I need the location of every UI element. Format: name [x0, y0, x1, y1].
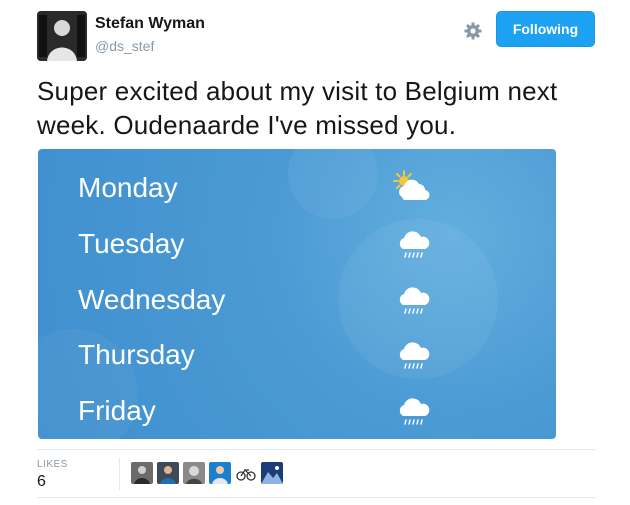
liker-avatar[interactable]	[157, 462, 179, 484]
rain-cloud-icon	[390, 333, 436, 379]
forecast-row: Tuesday	[78, 222, 508, 272]
rain-cloud-icon	[390, 222, 436, 268]
day-label: Thursday	[78, 339, 195, 370]
forecast-row: Friday	[78, 389, 508, 439]
forecast-row: Wednesday	[78, 278, 508, 328]
divider	[37, 497, 596, 498]
liker-avatar[interactable]	[183, 462, 205, 484]
avatar[interactable]	[37, 11, 87, 61]
divider	[119, 458, 120, 490]
liker-avatar[interactable]	[209, 462, 231, 484]
author-handle[interactable]: @ds_stef	[95, 38, 154, 54]
day-label: Wednesday	[78, 284, 226, 315]
liker-avatar[interactable]	[261, 462, 283, 484]
day-label: Friday	[78, 395, 156, 426]
liker-avatar[interactable]	[235, 462, 257, 484]
likes-count[interactable]: 6	[37, 473, 46, 491]
liker-avatar[interactable]	[131, 462, 153, 484]
partly-sunny-icon	[390, 166, 436, 212]
day-label: Monday	[78, 172, 178, 203]
gear-icon[interactable]	[463, 21, 483, 41]
likers-list	[131, 462, 283, 484]
forecast-row: Monday	[78, 166, 508, 216]
likes-label: LIKES	[37, 459, 68, 470]
day-label: Tuesday	[78, 228, 185, 259]
forecast-row: Thursday	[78, 333, 508, 383]
following-button[interactable]: Following	[496, 11, 595, 47]
divider	[37, 449, 596, 450]
author-name[interactable]: Stefan Wyman	[95, 15, 205, 33]
tweet-text: Super excited about my visit to Belgium …	[37, 76, 558, 140]
rain-cloud-icon	[390, 389, 436, 435]
rain-cloud-icon	[390, 278, 436, 324]
weather-forecast-image[interactable]: Monday Tuesday Wednesday Thursday Friday	[38, 149, 556, 439]
